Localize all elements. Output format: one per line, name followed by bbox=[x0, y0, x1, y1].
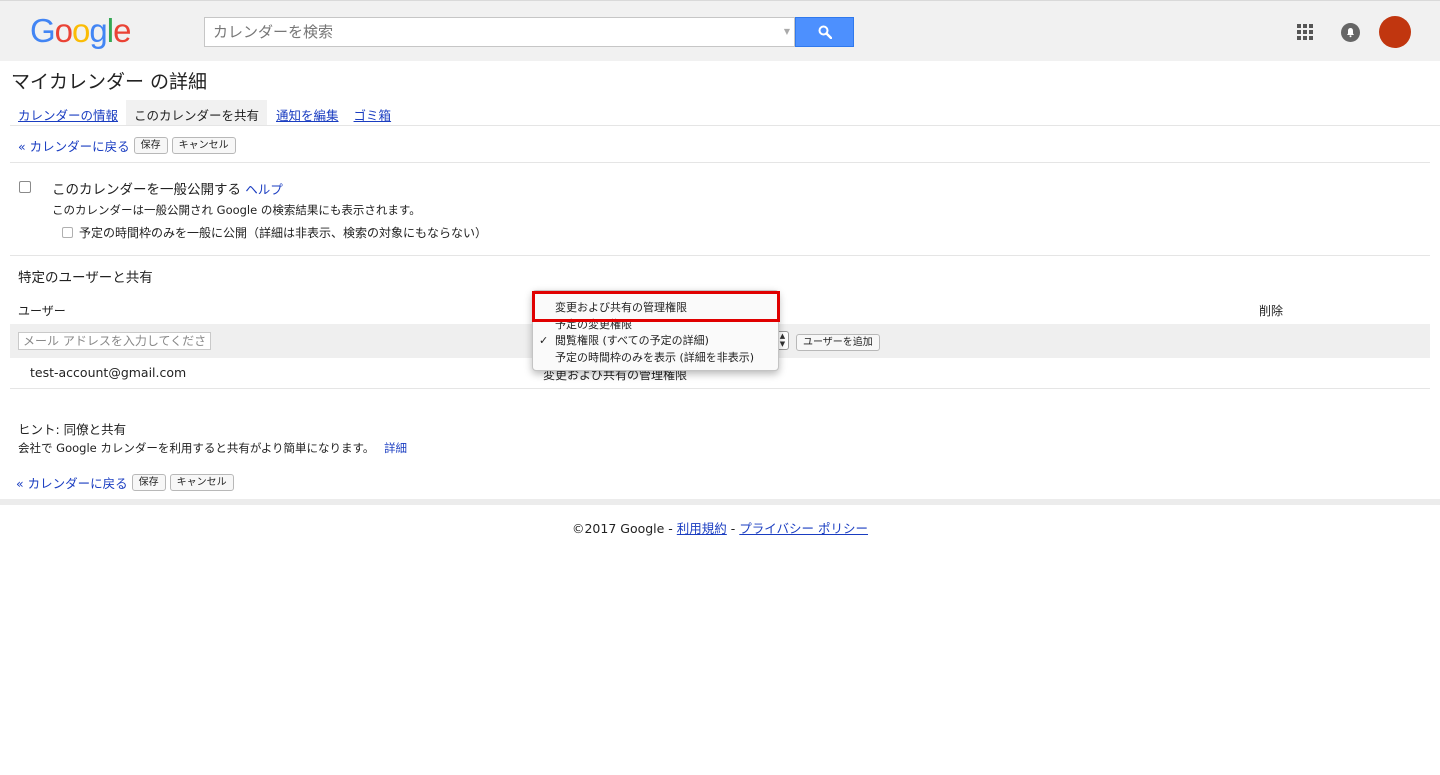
footer: ©2017 Google - 利用規約 - プライバシー ポリシー bbox=[0, 518, 1440, 537]
avatar[interactable] bbox=[1379, 16, 1411, 48]
apps-grid-icon[interactable] bbox=[1297, 24, 1313, 40]
help-link[interactable]: ヘルプ bbox=[245, 182, 283, 197]
save-button-bottom[interactable]: 保存 bbox=[131, 473, 166, 491]
bottom-action-row: « カレンダーに戻る 保存 キャンセル bbox=[16, 473, 234, 491]
search-icon bbox=[818, 25, 832, 39]
section-title-specific-share: 特定のユーザーと共有 bbox=[18, 270, 153, 286]
top-bar: Google ▼ bbox=[0, 0, 1440, 61]
privacy-link[interactable]: プライバシー ポリシー bbox=[739, 521, 868, 536]
tabs-divider bbox=[10, 125, 1440, 126]
cancel-button[interactable]: キャンセル bbox=[171, 136, 236, 154]
footer-copyright: ©2017 Google - bbox=[571, 521, 677, 536]
tab-edit-notifications[interactable]: 通知を編集 bbox=[267, 100, 344, 126]
permission-option-view-all[interactable]: ✓ 閲覧権限 (すべての予定の詳細) bbox=[533, 333, 778, 348]
search-dropdown-icon[interactable]: ▼ bbox=[784, 27, 790, 36]
tab-share-calendar[interactable]: このカレンダーを共有 bbox=[126, 100, 268, 126]
public-share-row: このカレンダーを一般公開する ヘルプ bbox=[52, 178, 283, 198]
footer-dash: - bbox=[726, 521, 740, 536]
column-header-user: ユーザー bbox=[18, 304, 66, 318]
email-input[interactable] bbox=[18, 332, 211, 350]
permission-option-manage[interactable]: 変更および共有の管理権限 bbox=[533, 300, 778, 315]
permission-option-edit[interactable]: 予定の変更権限 bbox=[533, 317, 778, 332]
add-user-button[interactable]: ユーザーを追加 bbox=[796, 334, 880, 351]
divider bbox=[10, 162, 1430, 163]
bell-icon[interactable] bbox=[1341, 23, 1360, 42]
column-header-delete: 削除 bbox=[1259, 304, 1284, 318]
shared-user-email: test-account@gmail.com bbox=[30, 365, 187, 380]
page-title: マイカレンダー の詳細 bbox=[11, 71, 208, 93]
top-action-row: « カレンダーに戻る 保存 キャンセル bbox=[18, 136, 236, 154]
freebusy-label: 予定の時間枠のみを一般に公開（詳細は非表示、検索の対象にもならない） bbox=[79, 226, 488, 240]
divider bbox=[10, 255, 1430, 256]
search-box: ▼ bbox=[204, 17, 795, 47]
permission-option-freebusy[interactable]: 予定の時間枠のみを表示 (詳細を非表示) bbox=[533, 350, 778, 365]
public-share-description: このカレンダーは一般公開され Google の検索結果にも表示されます。 bbox=[52, 203, 421, 217]
tab-bar: カレンダーの情報 このカレンダーを共有 通知を編集 ゴミ箱 bbox=[10, 100, 399, 126]
footer-divider bbox=[0, 499, 1440, 505]
cancel-button-bottom[interactable]: キャンセル bbox=[169, 473, 234, 491]
freebusy-checkbox[interactable] bbox=[62, 227, 73, 238]
save-button[interactable]: 保存 bbox=[133, 136, 168, 154]
search-input[interactable] bbox=[205, 18, 775, 46]
back-to-calendar-link-bottom[interactable]: « カレンダーに戻る bbox=[16, 473, 128, 492]
divider bbox=[10, 388, 1430, 389]
back-to-calendar-link[interactable]: « カレンダーに戻る bbox=[18, 136, 130, 155]
search-button[interactable] bbox=[795, 17, 854, 47]
google-logo[interactable]: Google bbox=[30, 13, 131, 49]
hint-details-link[interactable]: 詳細 bbox=[384, 441, 407, 455]
hint-title: ヒント: 同僚と共有 bbox=[18, 422, 127, 437]
checkmark-icon: ✓ bbox=[539, 334, 549, 347]
permission-option-view-all-label: 閲覧権限 (すべての予定の詳細) bbox=[555, 334, 709, 347]
hint-row: 会社で Google カレンダーを利用すると共有がより簡単になります。 詳細 bbox=[18, 440, 407, 456]
hint-text: 会社で Google カレンダーを利用すると共有がより簡単になります。 bbox=[18, 441, 375, 455]
public-share-checkbox[interactable] bbox=[19, 181, 31, 193]
permission-dropdown-menu: 変更および共有の管理権限 予定の変更権限 ✓ 閲覧権限 (すべての予定の詳細) … bbox=[532, 290, 779, 371]
terms-link[interactable]: 利用規約 bbox=[677, 521, 727, 536]
tab-calendar-details[interactable]: カレンダーの情報 bbox=[10, 100, 126, 126]
public-share-label: このカレンダーを一般公開する bbox=[52, 182, 241, 198]
tab-trash[interactable]: ゴミ箱 bbox=[344, 100, 400, 126]
